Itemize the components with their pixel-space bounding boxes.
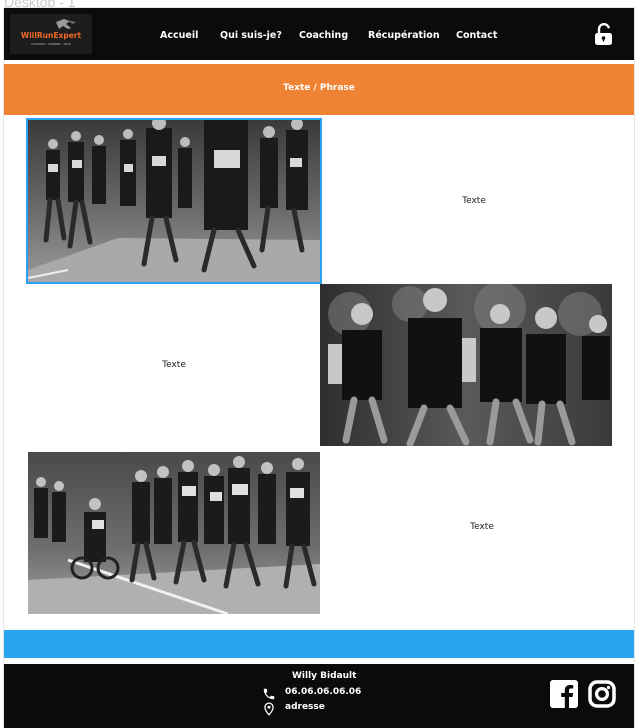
section-text-3: Texte [470, 522, 494, 532]
marathon-photo-3[interactable] [28, 452, 320, 614]
runner-logo-icon: WillRunExpert COACHING • RUNNING • TRAIL [21, 19, 82, 46]
nav-accueil[interactable]: Accueil [160, 30, 198, 41]
logo-text: WillRunExpert [21, 31, 82, 40]
runners-photo-2[interactable] [320, 284, 612, 446]
location-pin-icon [262, 701, 276, 720]
section-text-2: Texte [162, 360, 186, 370]
instagram-icon[interactable] [588, 680, 616, 708]
footer: Willy Bidault 06.06.06.06.06 adresse [4, 664, 634, 728]
marathon-photo-1[interactable] [28, 120, 320, 282]
logo[interactable]: WillRunExpert COACHING • RUNNING • TRAIL [10, 14, 92, 54]
logo-tagline: COACHING • RUNNING • TRAIL [31, 42, 71, 46]
unlock-icon[interactable] [592, 22, 616, 46]
footer-phone[interactable]: 06.06.06.06.06 [285, 687, 361, 697]
navbar: WillRunExpert COACHING • RUNNING • TRAIL… [4, 8, 634, 60]
banner-text: Texte / Phrase [283, 83, 355, 93]
nav-recuperation[interactable]: Récupération [368, 30, 440, 41]
facebook-icon[interactable] [550, 680, 578, 708]
page-artboard: WillRunExpert COACHING • RUNNING • TRAIL… [3, 7, 635, 728]
nav-qui-suis-je[interactable]: Qui suis-je? [220, 30, 282, 41]
section-text-1: Texte [462, 196, 486, 206]
hero-banner: Texte / Phrase [4, 64, 634, 115]
footer-name: Willy Bidault [292, 671, 357, 681]
nav-coaching[interactable]: Coaching [299, 30, 348, 41]
blue-divider-band [4, 630, 634, 658]
footer-address: adresse [285, 702, 325, 712]
nav-contact[interactable]: Contact [456, 30, 497, 41]
